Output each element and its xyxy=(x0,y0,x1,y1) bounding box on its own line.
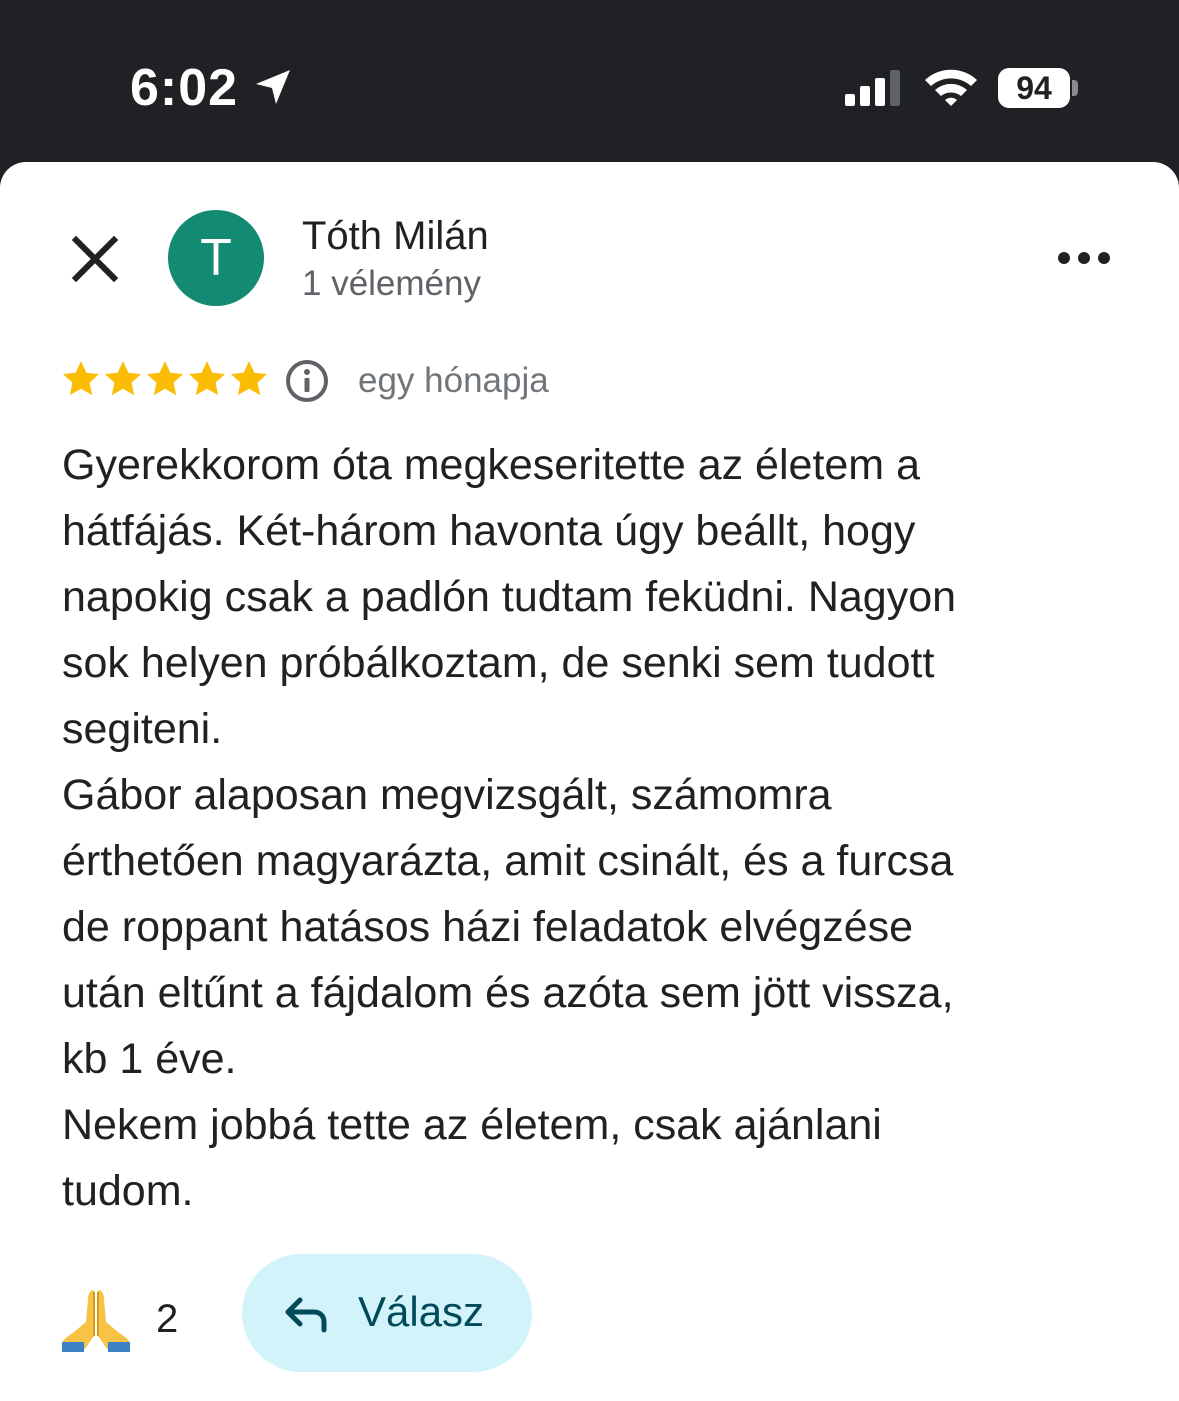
review-text-line: hátfájás. Két-három havonta úgy beállt, … xyxy=(62,507,916,555)
star-icon xyxy=(230,361,268,396)
reaction-count: 2 xyxy=(156,1297,179,1341)
star-icon xyxy=(104,361,142,396)
avatar[interactable]: T xyxy=(168,210,264,306)
wifi-icon xyxy=(925,69,977,106)
location-arrow-icon xyxy=(256,70,290,104)
review-text-line: tudom. xyxy=(62,1167,194,1215)
more-dot xyxy=(1098,252,1110,264)
folded-hands-icon xyxy=(62,1290,130,1352)
review-text-line: érthetően magyarázta, amit csinált, és a… xyxy=(62,837,954,885)
review-sheet: T Tóth Milán 1 vélemény egy hónapja Gyer… xyxy=(0,162,1179,1401)
reply-button[interactable]: Válasz xyxy=(242,1254,532,1372)
review-text-line: után eltűnt a fájdalom és azóta sem jött… xyxy=(62,969,954,1017)
star-icon xyxy=(62,361,100,396)
review-text-line: sok helyen próbálkoztam, de senki sem tu… xyxy=(62,639,935,687)
info-icon[interactable] xyxy=(284,358,330,404)
more-dot xyxy=(1058,252,1070,264)
battery-tip xyxy=(1072,80,1078,96)
review-text-line: kb 1 éve. xyxy=(62,1035,237,1083)
star-icon xyxy=(146,361,184,396)
review-text-line: segiteni. xyxy=(62,705,223,753)
reply-label: Válasz xyxy=(358,1288,485,1335)
reply-arrow-icon xyxy=(285,1297,327,1333)
status-bar: 6:02 94 xyxy=(0,0,1179,162)
review-text-line: Gyerekkorom óta megkeseritette az életem… xyxy=(62,441,920,489)
reviewer-name[interactable]: Tóth Milán xyxy=(302,212,489,260)
cellular-signal-icon xyxy=(845,70,900,106)
review-text: Gyerekkorom óta megkeseritette az életem… xyxy=(62,432,1122,1224)
review-text-line: napokig csak a padlón tudtam feküdni. Na… xyxy=(62,573,957,621)
battery-icon: 94 xyxy=(998,68,1078,108)
review-text-line: Gábor alaposan megvizsgált, számomra xyxy=(62,771,832,819)
status-time: 6:02 xyxy=(130,59,239,117)
review-date: egy hónapja xyxy=(358,361,549,400)
close-icon[interactable] xyxy=(62,226,128,292)
review-count: 1 vélemény xyxy=(302,264,481,303)
more-dot xyxy=(1078,252,1090,264)
more-options-icon[interactable] xyxy=(1052,240,1116,276)
review-text-line: de roppant hatásos házi feladatok elvégz… xyxy=(62,903,914,951)
battery-level: 94 xyxy=(998,68,1070,108)
review-text-line: Nekem jobbá tette az életem, csak ajánla… xyxy=(62,1101,882,1149)
star-icon xyxy=(188,361,226,396)
star-rating xyxy=(60,358,270,404)
